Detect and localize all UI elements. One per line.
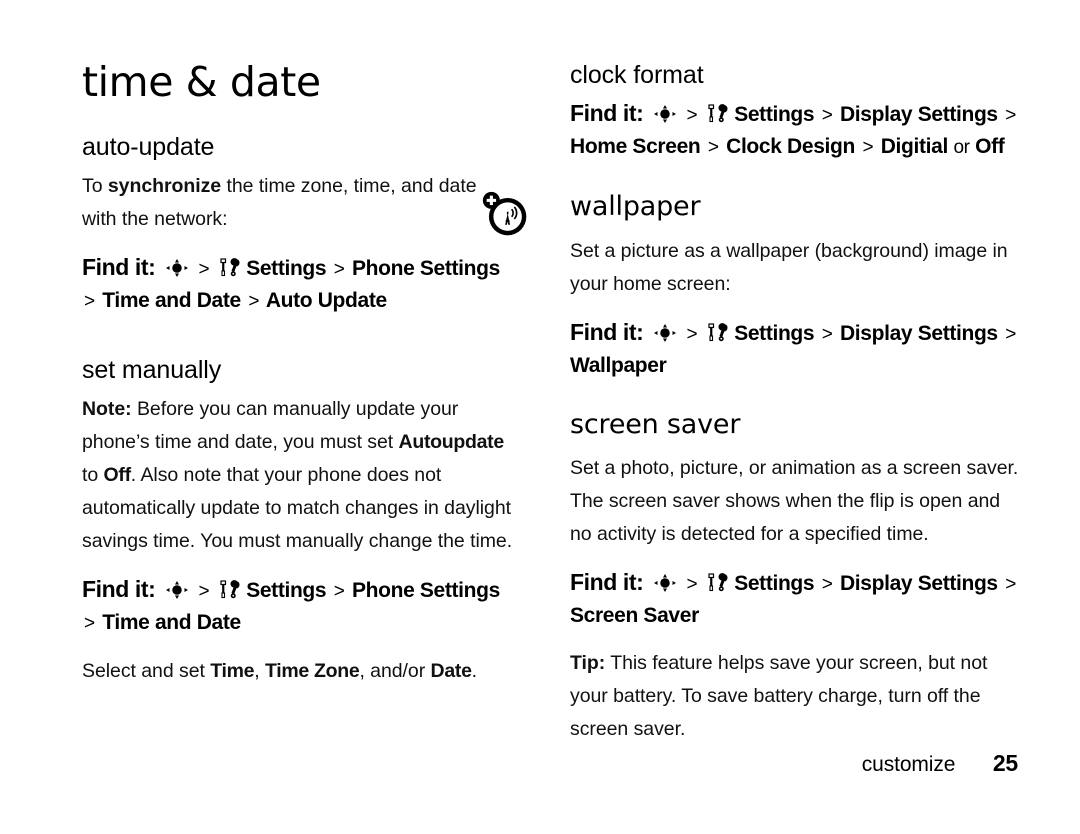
section-heading-screen-saver: screen saver [570, 408, 741, 440]
paragraph-prefix: To [82, 175, 108, 198]
section-heading-clock-format: clock format [570, 61, 704, 89]
path-separator: > [1005, 323, 1017, 345]
path-separator: > [686, 105, 698, 127]
find-it-screen-saver: Find it: > Settings > Display Settings >… [570, 567, 1020, 631]
find-it-label: Find it: [570, 100, 644, 127]
path-separator: > [1005, 105, 1017, 127]
find-it-step: Digitial [880, 135, 949, 159]
auto-network-update-icon [480, 189, 532, 241]
section-heading-auto-update: auto-update [82, 132, 215, 161]
find-it-tail-option: Off [975, 135, 1005, 159]
path-separator: > [84, 291, 95, 313]
find-it-step: Phone Settings [351, 257, 500, 281]
right-column: clock format Find it: > Settings > Displ… [570, 62, 1020, 762]
note-label: Note: [82, 398, 132, 421]
menu-option-off: Off [103, 464, 132, 487]
path-separator: > [862, 137, 874, 159]
path-separator: > [686, 323, 698, 345]
five-way-navigation-key-icon [652, 323, 678, 343]
find-it-step: Settings [246, 579, 327, 603]
screen-saver-paragraph: Set a photo, picture, or animation as a … [570, 456, 1019, 545]
select-prefix: Select and set [82, 660, 211, 683]
five-way-navigation-key-icon [164, 258, 190, 278]
path-separator: > [821, 323, 833, 345]
find-it-step: Settings [734, 571, 815, 595]
path-separator: > [686, 573, 698, 595]
page-footer: customize 25 [0, 750, 1080, 777]
find-it-set-manually: Find it: > Settings > Phone Settings > T… [82, 574, 514, 639]
find-it-step: Home Screen [570, 135, 701, 159]
select-suffix: . [471, 660, 477, 683]
find-it-step: Screen Saver [570, 603, 699, 627]
find-it-label: Find it: [570, 318, 644, 345]
find-it-step: Display Settings [839, 103, 998, 127]
find-it-step: Display Settings [839, 321, 998, 345]
screwdriver-wrench-settings-icon [706, 104, 728, 124]
screwdriver-wrench-settings-icon [706, 573, 728, 593]
path-separator: > [821, 105, 833, 127]
screwdriver-wrench-settings-icon [706, 322, 728, 343]
path-separator: > [821, 573, 833, 595]
screen-saver-tip: Tip: This feature helps save your screen… [570, 647, 1020, 746]
section-heading-set-manually: set manually [82, 356, 222, 385]
set-manually-note: Note: Before you can manually update you… [82, 393, 514, 558]
find-it-label: Find it: [82, 254, 156, 281]
find-it-clock-format: Find it: > Settings > Display Settings >… [570, 98, 1020, 163]
wallpaper-paragraph: Set a picture as a wallpaper (background… [570, 239, 1008, 295]
page-title: time & date [82, 58, 321, 106]
paragraph-bold-term: synchronize [107, 175, 222, 198]
tip-label: Tip: [570, 651, 606, 674]
manual-page: time & date auto-update To synchronize t… [0, 0, 1080, 834]
path-separator: > [248, 291, 260, 313]
find-it-wallpaper: Find it: > Settings > Display Settings >… [570, 317, 1020, 381]
path-separator: > [1005, 573, 1017, 595]
find-it-step: Phone Settings [351, 579, 500, 603]
find-it-step: Settings [734, 103, 815, 127]
menu-option-time-zone: Time Zone [264, 660, 360, 683]
screwdriver-wrench-settings-icon [218, 258, 240, 278]
find-it-step: Auto Update [265, 289, 387, 313]
five-way-navigation-key-icon [164, 580, 190, 600]
path-separator: > [198, 581, 210, 603]
find-it-step: Wallpaper [570, 353, 667, 377]
footer-chapter-label: customize [861, 753, 956, 776]
path-separator: > [707, 137, 719, 159]
find-it-step: Time and Date [102, 611, 241, 635]
find-it-label: Find it: [82, 576, 156, 603]
five-way-navigation-key-icon [652, 104, 678, 124]
note-part-3: . Also note that your phone does not aut… [82, 464, 513, 553]
find-it-step: Settings [246, 257, 327, 281]
left-column: time & date auto-update To synchronize t… [82, 58, 514, 704]
screwdriver-wrench-settings-icon [218, 580, 240, 600]
five-way-navigation-key-icon [652, 573, 678, 593]
path-separator: > [333, 259, 345, 281]
path-separator: > [198, 259, 210, 281]
note-part-2: to [82, 464, 104, 487]
select-join-2: , and/or [359, 660, 431, 683]
find-it-step: Clock Design [726, 135, 855, 159]
tip-text: This feature helps save your screen, but… [570, 651, 988, 740]
menu-option-date: Date [430, 660, 472, 683]
select-join-1: , [254, 660, 265, 683]
select-and-set-paragraph: Select and set Time, Time Zone, and/or D… [82, 655, 514, 688]
menu-option-time: Time [210, 660, 255, 683]
path-separator: > [84, 613, 95, 635]
find-it-step: Display Settings [839, 571, 998, 595]
find-it-step: Settings [734, 321, 815, 345]
find-it-step: Time and Date [102, 289, 241, 313]
find-it-label: Find it: [570, 568, 644, 595]
menu-option-autoupdate: Autoupdate [398, 431, 505, 454]
auto-update-paragraph: To synchronize the time zone, time, and … [82, 170, 514, 236]
footer-page-number: 25 [992, 750, 1018, 776]
find-it-auto-update: Find it: > Settings > Phone Settings > T… [82, 252, 514, 317]
section-heading-wallpaper: wallpaper [570, 191, 701, 223]
path-separator: > [333, 581, 345, 603]
find-it-tail-join: or [953, 137, 970, 159]
